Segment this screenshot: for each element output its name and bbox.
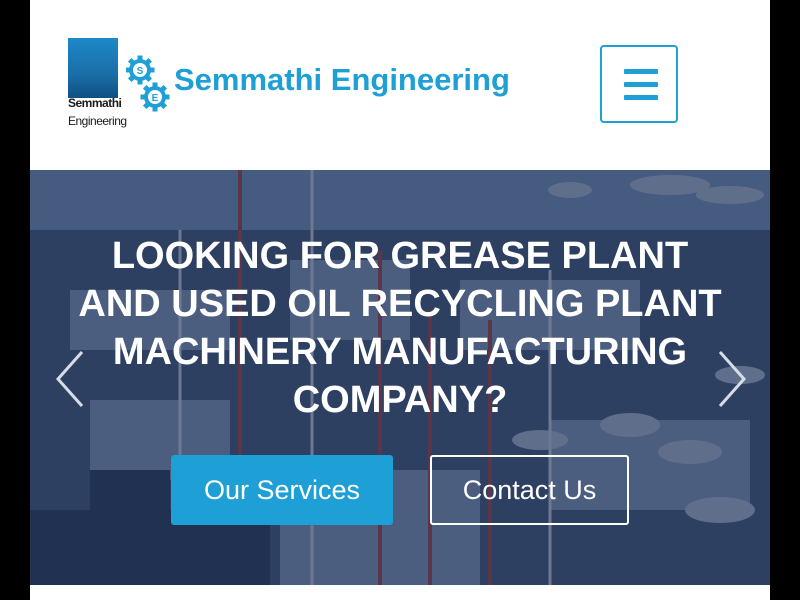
hero-headline: LOOKING FOR GREASE PLANT AND USED OIL RE… xyxy=(50,232,750,424)
brand-name[interactable]: Semmathi Engineering xyxy=(174,62,510,98)
gear-letter-s: S xyxy=(137,66,144,77)
menu-toggle-button[interactable] xyxy=(600,45,678,123)
gear-letter-e: E xyxy=(152,93,159,104)
headline-line: LOOKING FOR GREASE PLANT xyxy=(111,235,689,277)
chevron-right-icon[interactable] xyxy=(716,348,750,410)
logo[interactable]: Semmathi Engineering xyxy=(68,38,127,132)
logo-text-bottom: Engineering xyxy=(68,114,127,128)
our-services-button[interactable]: Our Services xyxy=(171,455,393,525)
chevron-left-icon[interactable] xyxy=(52,348,86,410)
page-bottom-strip xyxy=(30,585,770,600)
headline-line: COMPANY? xyxy=(292,379,508,421)
logo-square xyxy=(68,38,118,98)
logo-text-top: Semmathi xyxy=(68,96,122,110)
contact-us-button[interactable]: Contact Us xyxy=(430,455,629,525)
headline-line: AND USED OIL RECYCLING PLANT xyxy=(78,283,722,325)
headline-line: MACHINERY MANUFACTURING xyxy=(112,331,688,373)
gears-icon: S E xyxy=(126,55,170,112)
hero-slider: LOOKING FOR GREASE PLANT AND USED OIL RE… xyxy=(30,170,770,585)
page: Semmathi Engineering S E Semmathi Engine… xyxy=(30,0,770,600)
site-header: Semmathi Engineering S E Semmathi Engine… xyxy=(30,0,770,170)
